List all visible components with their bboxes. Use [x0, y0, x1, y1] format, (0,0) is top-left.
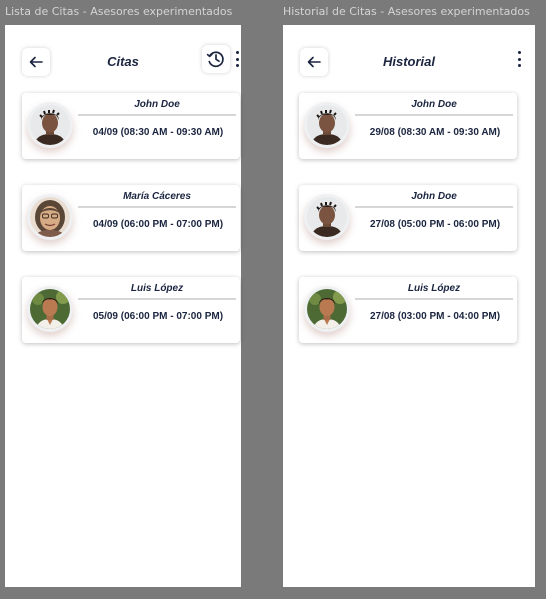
avatar-photo-maria-caceres [30, 197, 70, 237]
appointment-card[interactable]: Luis López 05/09 (06:00 PM - 07:00 PM) [22, 277, 240, 343]
avatar-photo-john-doe [307, 105, 347, 145]
frame-label-citas: Lista de Citas - Asesores experimentados [5, 5, 233, 18]
avatar [304, 102, 350, 148]
avatar-photo-luis-lopez [307, 289, 347, 329]
more-options-button[interactable] [515, 51, 523, 67]
historial-header: Historial [283, 25, 535, 95]
avatar-photo-john-doe [307, 197, 347, 237]
appointment-time: 27/08 (03:00 PM - 04:00 PM) [369, 311, 501, 322]
card-divider [78, 206, 236, 208]
history-card[interactable]: John Doe 29/08 (08:30 AM - 09:30 AM) [299, 93, 517, 159]
appointment-time: 04/09 (08:30 AM - 09:30 AM) [92, 127, 224, 138]
card-divider [355, 206, 513, 208]
avatar-photo-luis-lopez [30, 289, 70, 329]
client-name: Luis López [407, 283, 461, 294]
historial-screen: Historial John Doe 29/08 (08:30 AM - 09:… [283, 25, 535, 587]
client-name: John Doe [411, 191, 457, 202]
citas-header: Citas [5, 25, 241, 95]
avatar [27, 194, 73, 240]
more-options-button[interactable] [233, 51, 241, 67]
history-card[interactable]: John Doe 27/08 (05:00 PM - 06:00 PM) [299, 185, 517, 251]
avatar [27, 102, 73, 148]
client-name: Luis López [130, 283, 184, 294]
more-vertical-icon [517, 51, 521, 54]
appointment-time: 27/08 (05:00 PM - 06:00 PM) [369, 219, 501, 230]
card-divider [355, 298, 513, 300]
history-button[interactable] [202, 45, 230, 73]
appointment-time: 29/08 (08:30 AM - 09:30 AM) [369, 127, 501, 138]
page-title: Historial [382, 54, 435, 69]
appointment-time: 04/09 (06:00 PM - 07:00 PM) [92, 219, 224, 230]
appointment-card[interactable]: John Doe 04/09 (08:30 AM - 09:30 AM) [22, 93, 240, 159]
frame-label-historial: Historial de Citas - Asesores experiment… [283, 5, 530, 18]
client-name: María Cáceres [123, 191, 191, 202]
more-vertical-icon [235, 51, 239, 54]
history-card[interactable]: Luis López 27/08 (03:00 PM - 04:00 PM) [299, 277, 517, 343]
card-divider [78, 114, 236, 116]
client-name: John Doe [134, 99, 180, 110]
card-divider [78, 298, 236, 300]
avatar [304, 194, 350, 240]
avatar [27, 286, 73, 332]
citas-screen: Citas John Doe 04/09 (08:30 AM - 09:30 A… [5, 25, 241, 587]
card-divider [355, 114, 513, 116]
client-name: John Doe [411, 99, 457, 110]
appointment-time: 05/09 (06:00 PM - 07:00 PM) [92, 311, 224, 322]
avatar [304, 286, 350, 332]
appointment-card[interactable]: María Cáceres 04/09 (06:00 PM - 07:00 PM… [22, 185, 240, 251]
avatar-photo-john-doe [30, 105, 70, 145]
history-clock-icon [206, 51, 224, 68]
